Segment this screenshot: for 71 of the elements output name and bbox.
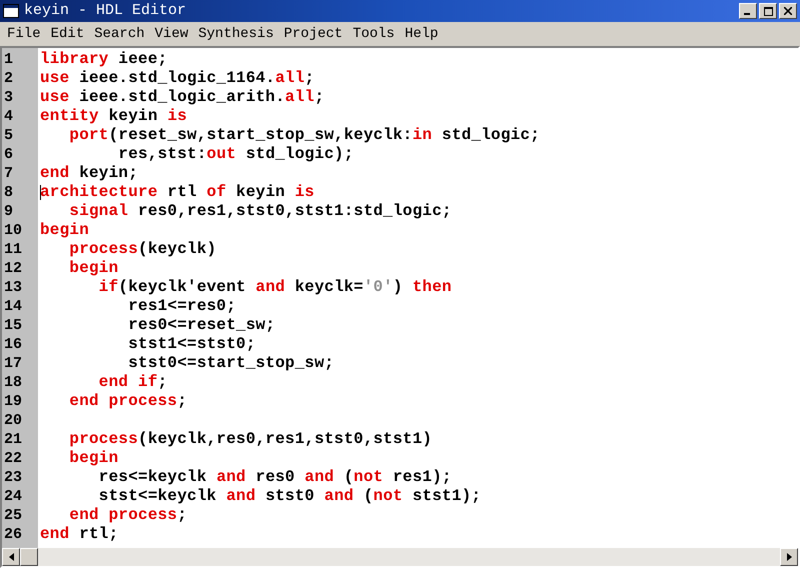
line-number: 7: [3, 164, 14, 183]
maximize-icon: [764, 6, 772, 16]
code-line: end rtl;: [40, 525, 118, 544]
scroll-right-button[interactable]: [780, 548, 798, 566]
code-line: use ieee.std_logic_1164.all;: [40, 69, 314, 88]
code-line: if(keyclk'event and keyclk='0') then: [98, 278, 452, 297]
code-line: res0<=reset_sw;: [127, 316, 276, 335]
code-line: use ieee.std_logic_arith.all;: [40, 88, 324, 107]
menu-item[interactable]: Tools: [348, 24, 400, 44]
line-number: 3: [3, 88, 14, 107]
code-line: end if;: [98, 373, 168, 392]
line-number: 17: [3, 354, 24, 373]
menu-item[interactable]: Search: [89, 24, 150, 44]
code-line: res,stst:out std_logic);: [117, 145, 354, 164]
scroll-left-button[interactable]: [2, 548, 20, 566]
line-number: 9: [3, 202, 14, 221]
menu-item[interactable]: Edit: [46, 24, 90, 44]
line-number: 16: [3, 335, 24, 354]
code-line: end process;: [68, 392, 188, 411]
line-number: 24: [3, 487, 24, 506]
code-line: end process;: [68, 506, 188, 525]
line-number: 11: [3, 240, 24, 259]
line-number: 14: [3, 297, 24, 316]
line-number: 15: [3, 316, 24, 335]
code-line: port(reset_sw,start_stop_sw,keyclk:in std_logic;: [68, 126, 540, 145]
code-line: res<=keyclk and res0 and (not res1);: [98, 468, 452, 487]
menu-item[interactable]: Synthesis: [193, 24, 279, 44]
code-line: res1<=res0;: [127, 297, 236, 316]
window-title: keyin - HDL Editor: [24, 0, 188, 21]
line-number: 8: [3, 183, 14, 202]
code-line: process(keyclk): [68, 240, 216, 259]
menu-item[interactable]: View: [150, 24, 194, 44]
code-line: library ieee;: [40, 50, 168, 69]
code-line: begin: [68, 449, 118, 468]
line-number: 23: [3, 468, 24, 487]
close-icon: [784, 7, 792, 15]
line-number: 6: [3, 145, 14, 164]
code-line: stst0<=start_stop_sw;: [127, 354, 334, 373]
window-icon: [3, 4, 19, 18]
code-line: signal res0,res1,stst0,stst1:std_logic;: [68, 202, 452, 221]
line-number: 1: [3, 50, 14, 69]
menu-item[interactable]: Help: [400, 24, 444, 44]
right-arrow-icon: [786, 553, 792, 561]
line-number: 10: [3, 221, 24, 240]
maximize-button[interactable]: [759, 3, 777, 19]
line-number: 19: [3, 392, 24, 411]
left-arrow-icon: [8, 553, 14, 561]
code-line: stst<=keyclk and stst0 and (not stst1);: [98, 487, 482, 506]
code-line: process(keyclk,res0,res1,stst0,stst1): [68, 430, 432, 449]
code-line: begin: [68, 259, 118, 278]
menu-item[interactable]: Project: [278, 24, 348, 44]
line-number: 26: [3, 525, 24, 544]
line-number: 4: [3, 107, 14, 126]
code-line: architecture rtl of keyin is: [40, 183, 314, 202]
line-number: 22: [3, 449, 24, 468]
line-number: 25: [3, 506, 24, 525]
menu-item[interactable]: File: [2, 24, 46, 44]
line-number: 2: [3, 69, 14, 88]
minimize-button[interactable]: [739, 3, 757, 19]
line-number: 5: [3, 126, 14, 145]
code-line: stst1<=stst0;: [127, 335, 256, 354]
code-line: entity keyin is: [40, 107, 188, 126]
close-button[interactable]: [779, 3, 797, 19]
scroll-thumb[interactable]: [20, 548, 38, 566]
code-line: begin: [40, 221, 90, 240]
code-line: end keyin;: [40, 164, 138, 183]
line-number: 21: [3, 430, 24, 449]
line-number: 20: [3, 411, 24, 430]
line-number: 18: [3, 373, 24, 392]
line-number: 13: [3, 278, 24, 297]
line-number: 12: [3, 259, 24, 278]
